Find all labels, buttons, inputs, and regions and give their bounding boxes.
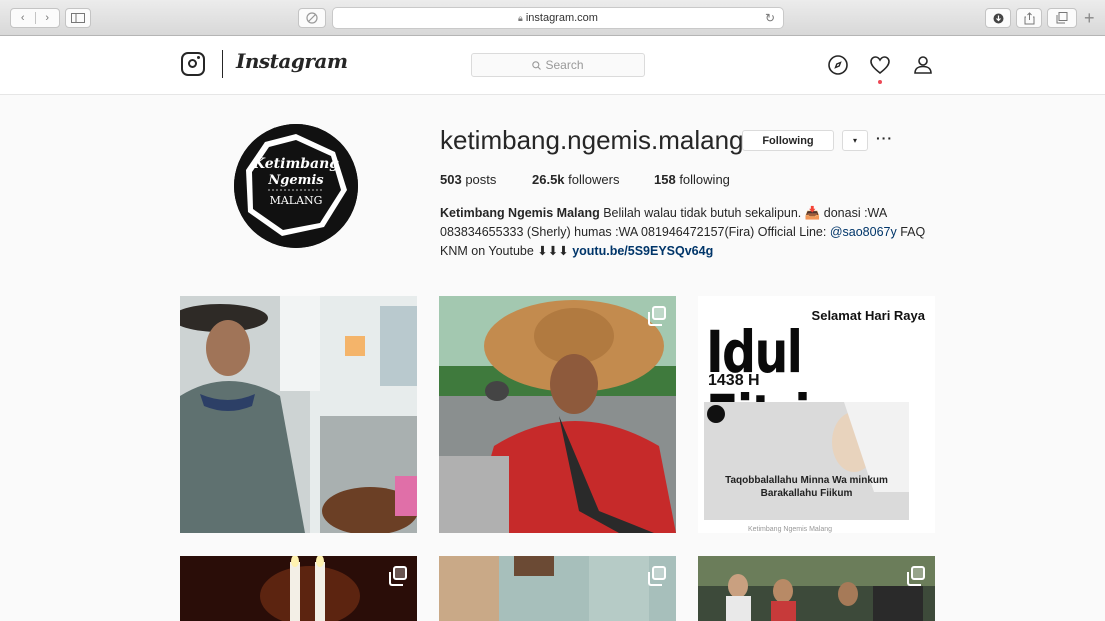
post-photo [180, 556, 417, 621]
post-tile[interactable] [698, 556, 935, 621]
instagram-header: Instagram Search [0, 36, 1105, 95]
reload-icon[interactable]: ↻ [765, 11, 775, 25]
tabs-button[interactable] [1047, 8, 1077, 28]
search-icon [532, 60, 542, 70]
flyer-message: Taqobbalallahu Minna Wa minkum Barakalla… [725, 475, 888, 499]
header-divider [222, 50, 223, 78]
lock-icon: 🔒︎ [518, 12, 523, 23]
flyer-photo [704, 402, 909, 520]
sidebar-button[interactable] [65, 8, 91, 28]
notification-dot [878, 80, 882, 84]
svg-text:Ketimbang: Ketimbang [252, 156, 339, 172]
posts-count: 503 posts [440, 172, 497, 187]
post-tile[interactable]: Selamat Hari Raya Idul Fitri 1438 H Taqo… [698, 296, 935, 533]
instagram-camera-icon[interactable] [181, 52, 205, 76]
post-photo [439, 296, 676, 533]
browser-toolbar: ‹ › 🔒︎ instagram.com ↻ + [0, 0, 1105, 36]
downloads-button[interactable] [985, 8, 1011, 28]
url-text: instagram.com [525, 12, 598, 24]
flyer-year: 1438 H [708, 372, 760, 389]
tabs-icon [1056, 12, 1068, 24]
person-icon[interactable] [912, 54, 934, 76]
multiple-photos-icon [907, 566, 925, 586]
profile-stats: 503 posts 26.5k followers 158 following [440, 172, 730, 187]
profile-bio: Ketimbang Ngemis Malang Belilah walau ti… [440, 204, 940, 261]
bio-link[interactable]: youtu.be/5S9EYSQv64g [572, 244, 713, 258]
post-tile[interactable] [439, 296, 676, 533]
profile-avatar[interactable]: Ketimbang Ngemis MALANG [234, 124, 358, 248]
avatar-logo: Ketimbang Ngemis MALANG [234, 124, 358, 248]
multiple-photos-icon [389, 566, 407, 586]
multiple-photos-icon [648, 566, 666, 586]
flyer-image-panel: Taqobbalallahu Minna Wa minkum Barakalla… [704, 402, 909, 520]
shield-icon [306, 12, 318, 24]
bio-name: Ketimbang Ngemis Malang [440, 206, 600, 220]
flyer-footer: Ketimbang Ngemis Malang [748, 526, 833, 533]
svg-text:Ngemis: Ngemis [267, 173, 324, 188]
download-icon [993, 13, 1003, 23]
share-button[interactable] [1016, 8, 1042, 28]
back-icon[interactable]: ‹ [11, 12, 35, 24]
post-tile[interactable] [439, 556, 676, 621]
followers-count[interactable]: 26.5k followers [532, 172, 654, 187]
privacy-button[interactable] [298, 8, 326, 28]
instagram-wordmark[interactable]: Instagram [236, 49, 348, 73]
profile-username: ketimbang.ngemis.malang [440, 125, 744, 155]
compass-icon[interactable] [827, 54, 849, 76]
more-options-button[interactable]: ··· [876, 130, 893, 146]
share-icon [1024, 11, 1034, 24]
search-placeholder: Search [545, 58, 584, 72]
multiple-photos-icon [648, 306, 666, 326]
post-photo [698, 556, 935, 621]
following-count[interactable]: 158 following [654, 172, 730, 187]
post-photo [439, 556, 676, 621]
back-forward-buttons[interactable]: ‹ › [10, 8, 60, 28]
post-photo [180, 296, 417, 533]
forward-icon[interactable]: › [34, 12, 60, 24]
post-tile[interactable] [180, 296, 417, 533]
new-tab-icon[interactable]: + [1084, 8, 1095, 29]
post-tile[interactable] [180, 556, 417, 621]
sidebar-icon [71, 13, 85, 23]
svg-text:MALANG: MALANG [270, 194, 323, 207]
dropdown-button[interactable]: ▾ [842, 130, 868, 151]
heart-icon[interactable] [869, 54, 891, 76]
address-bar[interactable]: 🔒︎ instagram.com ↻ [332, 7, 784, 29]
bio-mention[interactable]: @sao8067y [830, 225, 897, 239]
following-button[interactable]: Following [742, 130, 834, 151]
search-input[interactable]: Search [471, 53, 645, 77]
